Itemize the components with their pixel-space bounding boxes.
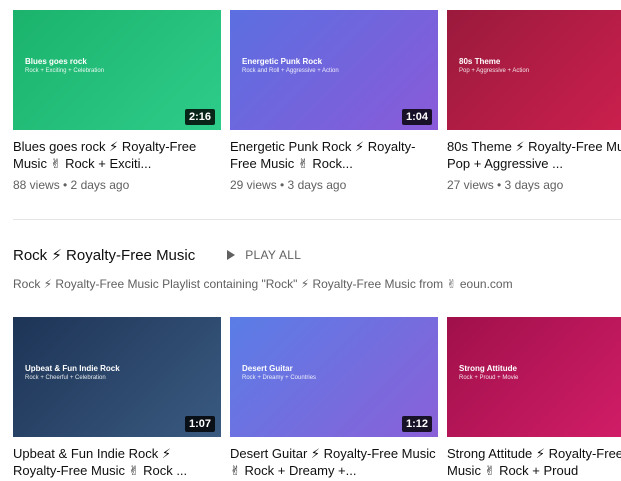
video-title[interactable]: Blues goes rock ⚡ Royalty-Free Music ✌ R… xyxy=(13,138,221,172)
video-card[interactable]: Energetic Punk Rock Rock and Roll + Aggr… xyxy=(230,10,438,193)
bottom-video-row: Upbeat & Fun Indie Rock Rock + Cheerful … xyxy=(13,317,621,479)
thumbnail-subtitle: Rock + Proud + Movie xyxy=(459,375,519,381)
video-thumbnail[interactable]: Energetic Punk Rock Rock and Roll + Aggr… xyxy=(230,10,438,130)
video-title[interactable]: Upbeat & Fun Indie Rock ⚡ Royalty-Free M… xyxy=(13,445,221,479)
video-thumbnail[interactable]: Desert Guitar Rock + Dreamy + Countries … xyxy=(230,317,438,437)
video-meta: 27 views • 3 days ago xyxy=(447,178,564,192)
video-thumbnail[interactable]: 80s Theme Pop + Aggressive + Action xyxy=(447,10,621,130)
thumbnail-title: Upbeat & Fun Indie Rock xyxy=(25,364,120,373)
play-icon xyxy=(227,250,236,260)
thumbnail-subtitle: Pop + Aggressive + Action xyxy=(459,68,530,74)
thumbnail-title: Strong Attitude xyxy=(459,364,517,373)
shelf-description: Rock ⚡ Royalty-Free Music Playlist conta… xyxy=(13,277,513,291)
video-card[interactable]: Upbeat & Fun Indie Rock Rock + Cheerful … xyxy=(13,317,221,479)
thumbnail-subtitle: Rock + Exciting + Celebration xyxy=(25,68,105,74)
duration-badge: 1:04 xyxy=(401,109,432,125)
thumbnail-title: 80s Theme xyxy=(459,57,501,66)
video-card[interactable]: Desert Guitar Rock + Dreamy + Countries … xyxy=(230,317,438,479)
shelf-title[interactable]: Rock ⚡ Royalty-Free Music xyxy=(13,246,195,264)
thumbnail-subtitle: Rock + Dreamy + Countries xyxy=(242,375,317,381)
play-all-button[interactable]: PLAY ALL xyxy=(227,248,301,262)
video-grid-page: Blues goes rock Rock + Exciting + Celebr… xyxy=(0,0,621,481)
video-card[interactable]: 80s Theme Pop + Aggressive + Action 80s … xyxy=(447,10,621,193)
video-title[interactable]: Desert Guitar ⚡ Royalty-Free Music ✌ Roc… xyxy=(230,445,438,479)
video-title[interactable]: Energetic Punk Rock ⚡ Royalty-Free Music… xyxy=(230,138,438,172)
video-thumbnail[interactable]: Blues goes rock Rock + Exciting + Celebr… xyxy=(13,10,221,130)
top-video-row: Blues goes rock Rock + Exciting + Celebr… xyxy=(13,10,621,193)
thumbnail-subtitle: Rock + Cheerful + Celebration xyxy=(25,375,106,381)
video-meta: 88 views • 2 days ago xyxy=(13,178,130,192)
play-all-label: PLAY ALL xyxy=(245,248,302,262)
thumbnail-title: Desert Guitar xyxy=(242,364,293,373)
thumbnail-title: Blues goes rock xyxy=(25,57,87,66)
shelf-header: Rock ⚡ Royalty-Free Music PLAY ALL xyxy=(13,246,301,264)
section-divider xyxy=(13,219,621,220)
video-thumbnail[interactable]: Strong Attitude Rock + Proud + Movie xyxy=(447,317,621,437)
thumbnail-subtitle: Rock and Roll + Aggressive + Action xyxy=(242,68,339,74)
video-thumbnail[interactable]: Upbeat & Fun Indie Rock Rock + Cheerful … xyxy=(13,317,221,437)
duration-badge: 1:12 xyxy=(401,416,432,432)
duration-badge: 2:16 xyxy=(184,109,215,125)
video-card[interactable]: Strong Attitude Rock + Proud + Movie Str… xyxy=(447,317,621,479)
video-title[interactable]: 80s Theme ⚡ Royalty-Free Music ✌ Pop + A… xyxy=(447,138,621,172)
duration-badge: 1:07 xyxy=(184,416,215,432)
video-card[interactable]: Blues goes rock Rock + Exciting + Celebr… xyxy=(13,10,221,193)
thumbnail-title: Energetic Punk Rock xyxy=(242,57,323,66)
video-title[interactable]: Strong Attitude ⚡ Royalty-Free Music ✌ R… xyxy=(447,445,621,479)
video-meta: 29 views • 3 days ago xyxy=(230,178,347,192)
